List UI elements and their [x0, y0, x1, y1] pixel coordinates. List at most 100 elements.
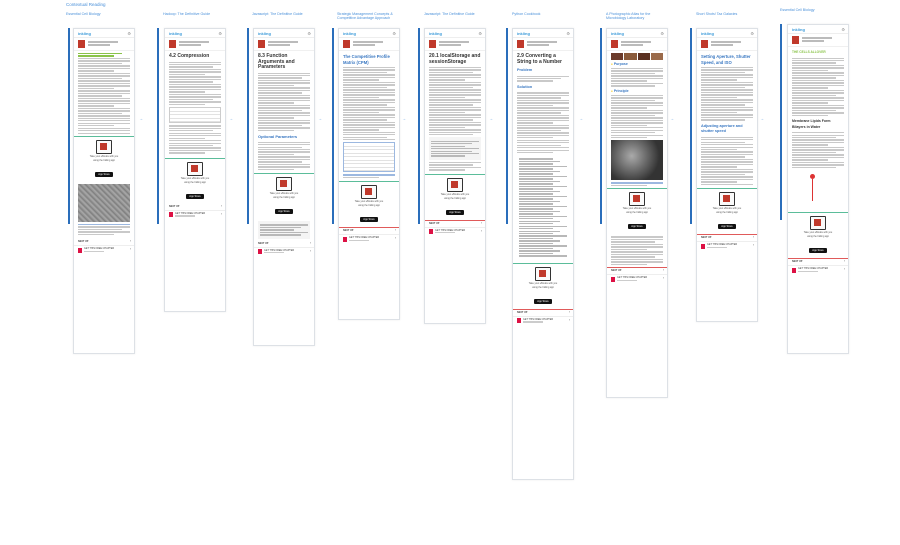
- column-title: Hadoop: The Definitive Guide: [163, 12, 211, 16]
- book-card-2[interactable]: inkling ⚙ 4.2 Compression Take your eBook…: [164, 28, 226, 312]
- tablet-icon: [361, 185, 377, 200]
- pdf-icon: [792, 267, 796, 273]
- app-store-badge[interactable]: App Store: [809, 248, 827, 254]
- book-info: [339, 38, 399, 51]
- chevron-right-icon: ›: [843, 267, 845, 272]
- get-chapter-link[interactable]: GET THIS FREE CHAPTER ›: [339, 235, 399, 244]
- next-up-label: NEXT UP: [343, 229, 354, 233]
- book-card-9[interactable]: inkling ⚙ THE CELLS ALLOVER Membrane Lipi…: [787, 24, 849, 354]
- book-card-8[interactable]: inkling ⚙ Setting Aperture, Shutter Speed…: [696, 28, 758, 322]
- column-title: Javascript: The Definitive Guide: [424, 12, 475, 16]
- next-up-link[interactable]: NEXT UP ›: [339, 228, 399, 236]
- pdf-icon: [701, 243, 705, 249]
- arrow-right-icon: →: [139, 116, 143, 121]
- book-card-6[interactable]: inkling ⚙ 2.9 Converting a String to a Nu…: [512, 28, 574, 480]
- card-header: inkling ⚙: [254, 29, 314, 38]
- gear-icon[interactable]: ⚙: [660, 31, 664, 36]
- data-table: [343, 142, 395, 173]
- section-heading: 2.9 Converting a String to a Number: [517, 53, 563, 65]
- column-title: Python Cookbook: [512, 12, 541, 16]
- get-chapter-link[interactable]: GET THIS FREE CHAPTER ›: [788, 266, 848, 275]
- app-promo: Take your eBooks with you using the Inkl…: [607, 188, 667, 234]
- promo-line-2: using the Inkling app: [184, 180, 206, 184]
- book-card-7[interactable]: inkling ⚙ Purpose Principle Take your eBo…: [606, 28, 668, 398]
- card-header: inkling ⚙: [697, 29, 757, 38]
- chevron-right-icon: ›: [309, 248, 311, 253]
- gear-icon[interactable]: ⚙: [307, 31, 311, 36]
- get-chapter-link[interactable]: GET THIS FREE CHAPTER ›: [254, 248, 314, 257]
- book-card-5[interactable]: inkling ⚙ 20.1 localStorage and sessionSt…: [424, 28, 486, 324]
- body-text: [611, 68, 663, 87]
- book-card-4[interactable]: inkling ⚙ The Competitive Profile Matrix …: [338, 28, 400, 320]
- next-up-link[interactable]: NEXT UP ›: [607, 268, 667, 275]
- tablet-icon: [629, 192, 645, 207]
- gear-icon[interactable]: ⚙: [566, 31, 570, 36]
- column-6: Python Cookbook: [512, 0, 587, 22]
- get-chapter-link[interactable]: GET THIS FREE CHAPTER ›: [74, 246, 134, 255]
- book-card-1[interactable]: inkling ⚙ Take your eBooks with you using…: [73, 28, 135, 354]
- chevron-right-icon: ›: [662, 276, 664, 280]
- body-text: [611, 94, 663, 139]
- chevron-right-icon: ›: [752, 235, 754, 240]
- next-up-label: NEXT UP: [429, 221, 440, 225]
- gear-icon[interactable]: ⚙: [392, 31, 396, 36]
- column-7: A Photographic Atlas for the Microbiolog…: [606, 0, 686, 22]
- chevron-right-icon: ›: [129, 247, 131, 252]
- next-up-label: NEXT UP: [169, 204, 180, 208]
- gear-icon[interactable]: ⚙: [841, 27, 845, 32]
- photo-image: [611, 140, 663, 181]
- gear-icon[interactable]: ⚙: [127, 31, 131, 36]
- gear-icon[interactable]: ⚙: [478, 31, 482, 36]
- app-promo: Take your eBooks with you using the Inkl…: [788, 212, 848, 258]
- next-up-link[interactable]: NEXT UP ›: [254, 241, 314, 248]
- caption-text: [343, 174, 395, 179]
- get-chapter-link[interactable]: GET THIS FREE CHAPTER ›: [607, 275, 667, 284]
- app-store-badge[interactable]: App Store: [360, 217, 378, 223]
- next-up-label: NEXT UP: [792, 260, 803, 264]
- next-up-link[interactable]: NEXT UP ›: [513, 310, 573, 317]
- app-store-badge[interactable]: App Store: [446, 209, 464, 215]
- body-text: [701, 136, 753, 186]
- body-text: [258, 72, 310, 132]
- inkling-logo: inkling: [792, 27, 805, 32]
- book-info: [425, 38, 485, 51]
- promo-line-2: using the Inkling app: [444, 196, 466, 200]
- book-info: [513, 38, 573, 51]
- get-chapter-link[interactable]: GET THIS FREE CHAPTER ›: [513, 317, 573, 326]
- get-chapter-link[interactable]: GET THIS FREE CHAPTER ›: [425, 228, 485, 237]
- app-store-badge[interactable]: App Store: [718, 224, 736, 230]
- context-bar: [600, 28, 602, 224]
- next-up-link[interactable]: NEXT UP ›: [788, 259, 848, 267]
- gear-icon[interactable]: ⚙: [750, 31, 754, 36]
- next-up-link[interactable]: NEXT UP ›: [425, 221, 485, 228]
- column-1: Essential Cell Biology: [66, 0, 146, 22]
- inkling-logo: inkling: [78, 31, 91, 36]
- body-text: [517, 75, 569, 82]
- next-up-link[interactable]: NEXT UP ›: [165, 204, 225, 211]
- get-chapter-link[interactable]: GET THIS FREE CHAPTER ›: [697, 242, 757, 251]
- inkling-logo: inkling: [258, 31, 271, 36]
- next-up-label: NEXT UP: [258, 241, 269, 245]
- gear-icon[interactable]: ⚙: [218, 31, 222, 36]
- column-title: Essential Cell Biology: [780, 8, 815, 12]
- body-text: [169, 61, 221, 106]
- app-store-badge[interactable]: App Store: [534, 298, 552, 304]
- section-heading: 8.3 Function Arguments and Parameters: [258, 53, 295, 70]
- app-store-badge[interactable]: App Store: [186, 193, 204, 199]
- promo-line-1: Take your eBooks with you: [528, 281, 558, 285]
- next-up-link[interactable]: NEXT UP ›: [697, 235, 757, 243]
- body-text: [429, 161, 481, 171]
- app-store-badge[interactable]: App Store: [628, 224, 646, 230]
- app-store-badge[interactable]: App Store: [275, 209, 293, 215]
- pdf-icon: [517, 318, 521, 324]
- promo-line-1: Take your eBooks with you: [269, 192, 299, 196]
- column-4: Strategic Management Concepts & Competit…: [337, 0, 417, 22]
- get-chapter-link[interactable]: GET THIS FREE CHAPTER ›: [165, 211, 225, 220]
- next-up-link[interactable]: NEXT UP ›: [74, 239, 134, 247]
- app-store-badge[interactable]: App Store: [95, 171, 113, 177]
- body-text: [169, 125, 221, 154]
- sample-images: [611, 53, 663, 60]
- subheading-problem: Problem: [517, 68, 533, 72]
- book-card-3[interactable]: inkling ⚙ 8.3 Function Arguments and Para…: [253, 28, 315, 346]
- chevron-right-icon: ›: [843, 259, 845, 264]
